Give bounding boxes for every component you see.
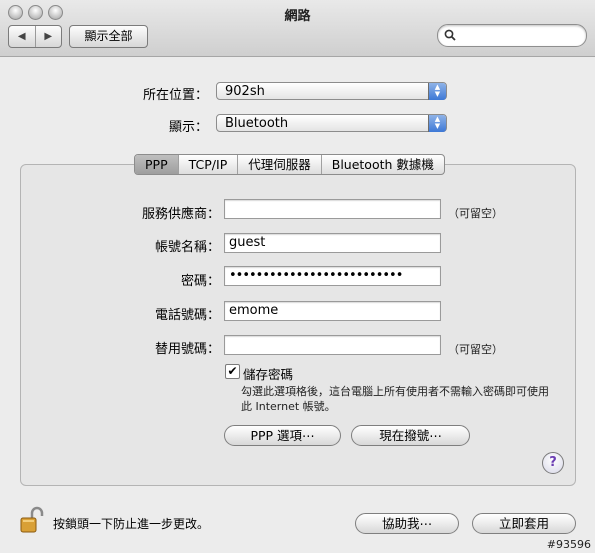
save-password-checkbox[interactable]: ✔ [225,364,240,379]
account-label: 帳號名稱： [154,240,220,255]
save-password-label: 儲存密碼 [243,367,294,382]
account-field[interactable]: guest [224,233,441,253]
popup-arrows-icon: ▲ ▼ [428,83,446,100]
provider-label: 服務供應商： [141,207,220,222]
tab-proxies[interactable]: 代理伺服器 [238,155,322,174]
location-popup[interactable]: 902sh ▲ ▼ [216,82,447,100]
popup-arrows-icon: ▲ ▼ [428,115,446,132]
back-forward-control: ◀ ▶ [8,25,62,48]
lock-description: 按鎖頭一下防止進一步更改。 [53,517,210,531]
dial-now-button[interactable]: 現在撥號⋯ [351,425,470,446]
provider-field[interactable] [224,199,441,219]
tab-ppp[interactable]: PPP [135,155,179,174]
back-button[interactable]: ◀ [9,26,36,47]
save-password-note-line2: 此 Internet 帳號。 [241,400,336,413]
provider-optional-hint: （可留空） [448,207,503,220]
location-value: 902sh [225,84,265,99]
show-label: 顯示： [168,120,208,135]
tab-bar: PPP TCP/IP 代理伺服器 Bluetooth 數據機 [134,154,445,175]
window-title: 網路 [284,9,311,24]
assist-me-button[interactable]: 協助我⋯ [355,513,459,534]
location-label: 所在位置： [142,88,208,103]
question-mark-icon: ? [549,455,557,470]
forward-arrow-icon: ▶ [44,31,53,42]
phone-label: 電話號碼： [154,308,220,323]
checkmark-icon: ✔ [227,364,238,378]
alt-phone-optional-hint: （可留空） [448,343,503,356]
show-popup[interactable]: Bluetooth ▲ ▼ [216,114,447,132]
show-all-button[interactable]: 顯示全部 [69,25,148,48]
padlock-icon[interactable] [20,506,44,534]
save-password-note-line1: 勾選此選項格後，這台電腦上所有使用者不需輸入密碼即可使用 [241,385,549,398]
help-button[interactable]: ? [542,452,564,474]
tab-tcpip[interactable]: TCP/IP [179,155,239,174]
back-arrow-icon: ◀ [17,31,26,42]
title-bar: 網路 ◀ ▶ 顯示全部 [0,0,595,57]
tab-bluetooth-modem[interactable]: Bluetooth 數據機 [322,155,444,174]
alt-phone-label: 替用號碼： [154,342,220,357]
ppp-options-button[interactable]: PPP 選項⋯ [224,425,341,446]
password-label: 密碼： [180,274,220,289]
apply-now-button[interactable]: 立即套用 [472,513,576,534]
search-icon [444,29,456,41]
password-field[interactable]: •••••••••••••••••••••••••• [224,266,441,286]
search-input[interactable] [437,24,587,47]
watermark: #93596 [546,538,591,551]
alt-phone-field[interactable] [224,335,441,355]
forward-button[interactable]: ▶ [36,26,62,47]
show-value: Bluetooth [225,116,289,131]
phone-field[interactable]: emome [224,301,441,321]
